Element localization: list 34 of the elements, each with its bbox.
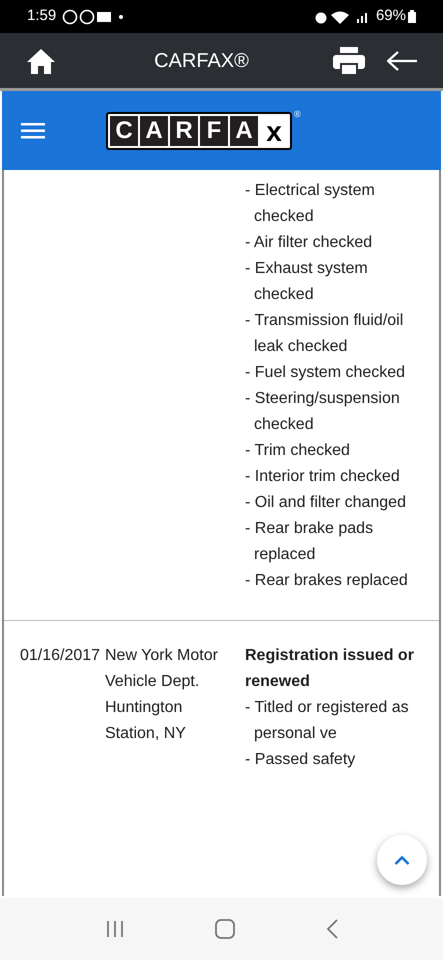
print-icon[interactable]	[333, 46, 365, 74]
record-detail: - Rear brake pads replaced	[245, 519, 374, 565]
record-detail: - Steering/suspension checked	[245, 389, 401, 435]
record-detail: - Interior trim checked	[245, 467, 401, 487]
record-detail: - Titled or registered as personal ve	[245, 698, 410, 744]
battery-level: 69%	[376, 6, 406, 26]
record-detail: - Air filter checked	[245, 233, 374, 253]
recent-apps-icon[interactable]	[105, 920, 126, 938]
logo-letter: R	[170, 116, 198, 146]
record-title: Registration issued or renewed	[245, 646, 415, 692]
record-detail: - Trim checked	[245, 441, 351, 461]
record-detail: - Transmission fluid/oil leak checked	[245, 311, 404, 357]
battery-icon	[408, 10, 416, 23]
logo-letter: C	[110, 116, 138, 146]
home-icon[interactable]	[26, 48, 56, 74]
record-detail: - Oil and filter changed	[245, 493, 407, 513]
back-icon[interactable]	[326, 919, 338, 939]
back-arrow-icon[interactable]	[387, 50, 417, 70]
record-detail: - Rear brakes replaced	[245, 571, 409, 591]
registered-mark: ®	[294, 108, 301, 121]
logo-letter: A	[230, 116, 258, 146]
menu-icon[interactable]	[21, 122, 45, 138]
home-button-icon[interactable]	[215, 919, 236, 939]
app-title: CARFAX®	[154, 48, 249, 74]
record-detail: - Passed safety	[245, 750, 356, 770]
chevron-up-icon	[394, 855, 410, 865]
logo-letter: F	[200, 116, 228, 146]
record-date: 01/16/2017	[20, 647, 100, 664]
status-time: 1:59	[27, 6, 56, 26]
logo-letter: A	[140, 116, 168, 146]
record-source: New York Motor Vehicle Dept. Huntington Station, NY	[105, 646, 219, 744]
record-detail: - Fuel system checked	[245, 363, 406, 383]
record-detail: - Electrical system checked	[245, 181, 376, 227]
record-detail: - Exhaust system checked	[245, 259, 369, 305]
